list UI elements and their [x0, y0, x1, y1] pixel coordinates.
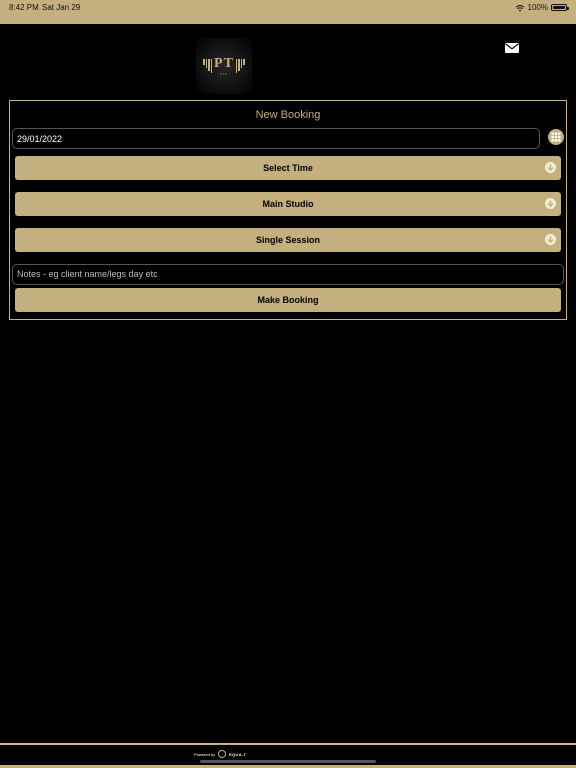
- session-select-button[interactable]: Single Session: [15, 228, 561, 252]
- studio-select-button[interactable]: Main Studio: [15, 192, 561, 216]
- battery-percent: 100%: [527, 3, 548, 12]
- panel-title: New Booking: [255, 109, 321, 121]
- app-logo: PT FIT: [196, 38, 252, 94]
- status-time: 8:42 PM: [9, 3, 39, 12]
- date-input[interactable]: [12, 128, 540, 149]
- status-date: Sat Jan 29: [42, 3, 81, 12]
- brand-logo-icon: [218, 750, 227, 758]
- calendar-grid-icon: [551, 132, 561, 142]
- powered-by-label: Powered by: [194, 751, 216, 757]
- logo-text: PT: [214, 56, 234, 71]
- status-bar: 8:42 PM Sat Jan 29 100%: [0, 0, 576, 24]
- envelope-icon[interactable]: [505, 43, 519, 53]
- arrow-down-icon: [545, 198, 556, 209]
- booking-panel: New Booking Select Time Main Studio Sing…: [9, 100, 567, 320]
- battery-icon: [551, 4, 569, 11]
- select-time-button[interactable]: Select Time: [15, 156, 561, 180]
- home-indicator[interactable]: [200, 760, 376, 763]
- logo-subtext: FIT: [220, 72, 228, 76]
- select-time-label: Select Time: [263, 163, 313, 173]
- powered-brand: EQUA-T: [229, 751, 247, 757]
- status-right: 100%: [515, 3, 569, 12]
- notes-input[interactable]: Notes - eg client name/legs day etc: [12, 264, 564, 285]
- make-booking-button[interactable]: Make Booking: [15, 288, 561, 312]
- logo-bars-left: [203, 59, 213, 73]
- logo-bars-right: [235, 59, 245, 73]
- arrow-down-icon: [545, 234, 556, 245]
- arrow-down-icon: [545, 162, 556, 173]
- studio-label: Main Studio: [262, 199, 314, 209]
- calendar-button[interactable]: [548, 129, 564, 145]
- powered-by: Powered by EQUA-T: [194, 750, 246, 758]
- session-label: Single Session: [255, 235, 321, 245]
- wifi-icon: [515, 4, 524, 11]
